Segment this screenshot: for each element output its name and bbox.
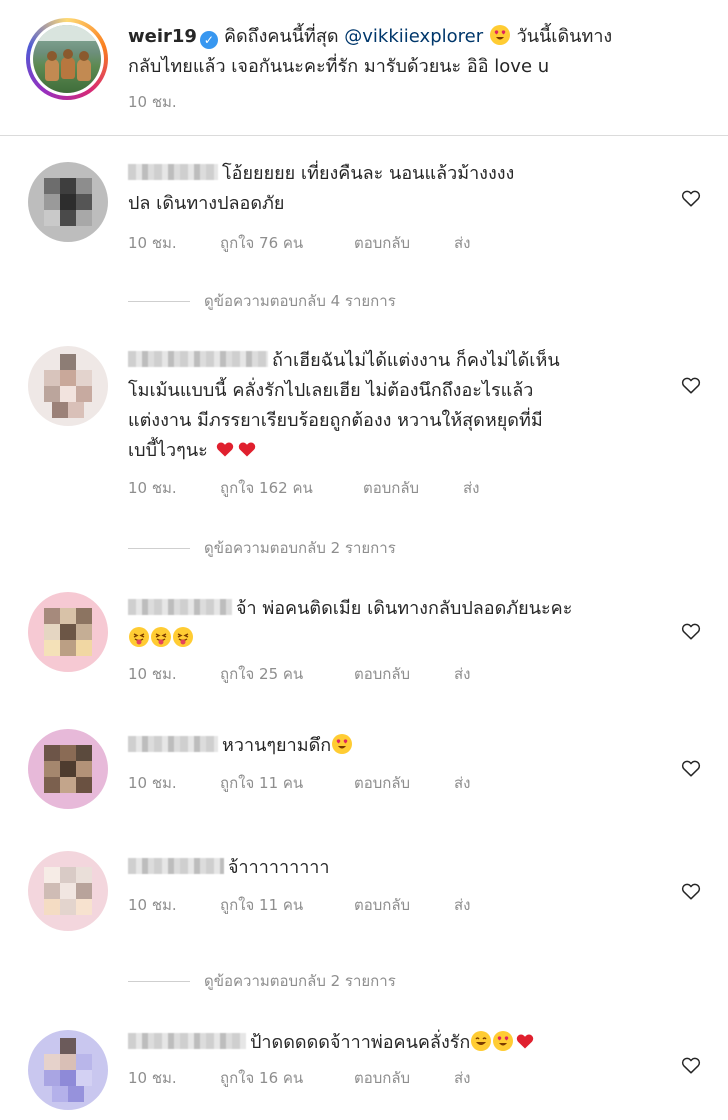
- comment-line: เบบี้ไวๆนะ: [128, 440, 208, 461]
- comment-line: ปล เดินทางปลอดภัย: [128, 193, 285, 214]
- view-replies-link[interactable]: ดูข้อความตอบกลับ 2 รายการ: [128, 536, 396, 560]
- commenter-avatar[interactable]: [28, 346, 108, 426]
- heart-eyes-emoji-icon: [332, 734, 353, 754]
- comment-line: ป้าดดดดดจ้าาาพ่อคนคลั่งรัก: [250, 1032, 471, 1053]
- blurred-username[interactable]: [128, 351, 268, 367]
- send-button[interactable]: ส่ง: [463, 476, 479, 500]
- view-replies-label: ดูข้อความตอบกลับ 2 รายการ: [204, 539, 396, 557]
- comment-time: 10 ชม.: [128, 479, 177, 497]
- divider: [128, 981, 190, 982]
- comment-text: โอ้ยยยยย เที่ยงคืนละ นอนแล้วม้างงงง ปล เ…: [128, 159, 648, 219]
- reply-button[interactable]: ตอบกลับ: [354, 662, 454, 686]
- comment-time: 10 ชม.: [128, 896, 177, 914]
- divider: [128, 548, 190, 549]
- reply-button[interactable]: ตอบกลับ: [354, 771, 454, 795]
- heart-outline-icon[interactable]: [680, 1054, 702, 1076]
- comment-time: 10 ชม.: [128, 234, 177, 252]
- comment-text: จ้าาาาาาาาา: [128, 853, 648, 883]
- heart-eyes-emoji-icon: [493, 1031, 514, 1051]
- like-count[interactable]: ถูกใจ 162 คน: [220, 476, 363, 500]
- like-count[interactable]: ถูกใจ 76 คน: [220, 231, 354, 255]
- view-replies-label: ดูข้อความตอบกลับ 4 รายการ: [204, 292, 396, 310]
- comment-line: จ้าาาาาาาาา: [228, 857, 330, 878]
- view-replies-label: ดูข้อความตอบกลับ 2 รายการ: [204, 972, 396, 990]
- comment-line: แต่งงาน มีภรรยาเรียบร้อยถูกต้องง หวานให้…: [128, 410, 543, 431]
- reply-button[interactable]: ตอบกลับ: [354, 231, 454, 255]
- comment-meta: 10 ชม. ถูกใจ 11 คน ตอบกลับ ส่ง: [128, 893, 470, 917]
- comment-time: 10 ชม.: [128, 1069, 177, 1087]
- commenter-avatar[interactable]: [28, 1030, 108, 1110]
- blurred-username[interactable]: [128, 736, 218, 752]
- blurred-username[interactable]: [128, 858, 224, 874]
- send-button[interactable]: ส่ง: [454, 771, 470, 795]
- heart-outline-icon[interactable]: [680, 620, 702, 642]
- comment-line: ถ้าเฮียฉันไม่ได้แต่งงาน ก็คงไม่ได้เห็น: [272, 350, 560, 371]
- comment-text: จ้า พ่อคนติดเมีย เดินทางกลับปลอดภัยนะคะ: [128, 594, 668, 654]
- blurred-username[interactable]: [128, 1033, 246, 1049]
- commenter-avatar[interactable]: [28, 851, 108, 931]
- view-replies-link[interactable]: ดูข้อความตอบกลับ 4 รายการ: [128, 289, 396, 313]
- send-button[interactable]: ส่ง: [454, 893, 470, 917]
- heart-outline-icon[interactable]: [680, 880, 702, 902]
- like-count[interactable]: ถูกใจ 16 คน: [220, 1066, 354, 1090]
- send-button[interactable]: ส่ง: [454, 662, 470, 686]
- comment-line: หวานๆยามดึก: [222, 735, 332, 756]
- tongue-emoji-icon: [151, 627, 171, 647]
- comment-text: ถ้าเฮียฉันไม่ได้แต่งงาน ก็คงไม่ได้เห็น โ…: [128, 346, 648, 466]
- post-timestamp: 10 ชม.: [128, 93, 177, 111]
- heart-outline-icon[interactable]: [680, 757, 702, 779]
- heart-emoji-icon: [215, 439, 235, 459]
- mention-link[interactable]: @vikkiiexplorer: [344, 26, 483, 47]
- blurred-username[interactable]: [128, 599, 232, 615]
- tongue-emoji-icon: [129, 627, 149, 647]
- blurred-username[interactable]: [128, 164, 218, 180]
- post-author-avatar[interactable]: [26, 18, 108, 100]
- post-username[interactable]: weir19: [128, 26, 197, 47]
- comment-line: โอ้ยยยยย เที่ยงคืนละ นอนแล้วม้างงงง: [222, 163, 515, 184]
- grin-emoji-icon: [471, 1031, 492, 1051]
- heart-outline-icon[interactable]: [680, 374, 702, 396]
- send-button[interactable]: ส่ง: [454, 1066, 470, 1090]
- comment-text: หวานๆยามดึก: [128, 731, 648, 761]
- comment-time: 10 ชม.: [128, 774, 177, 792]
- comment-meta: 10 ชม. ถูกใจ 16 คน ตอบกลับ ส่ง: [128, 1066, 470, 1090]
- heart-outline-icon[interactable]: [680, 187, 702, 209]
- like-count[interactable]: ถูกใจ 11 คน: [220, 771, 354, 795]
- commenter-avatar[interactable]: [28, 162, 108, 242]
- verified-badge-icon: ✓: [199, 31, 218, 49]
- like-count[interactable]: ถูกใจ 11 คน: [220, 893, 354, 917]
- avatar-photo: [33, 25, 101, 93]
- caption-part: คิดถึงคนนี้ที่สุด: [223, 26, 339, 47]
- reply-button[interactable]: ตอบกลับ: [363, 476, 463, 500]
- comment-meta: 10 ชม. ถูกใจ 11 คน ตอบกลับ ส่ง: [128, 771, 470, 795]
- comment-text: ป้าดดดดดจ้าาาพ่อคนคลั่งรัก: [128, 1028, 648, 1058]
- tongue-emoji-icon: [173, 627, 193, 647]
- caption-part: กลับไทยแล้ว เจอกันนะคะที่รัก มารับด้วยนะ…: [128, 56, 550, 77]
- commenter-avatar[interactable]: [28, 729, 108, 809]
- view-replies-link[interactable]: ดูข้อความตอบกลับ 2 รายการ: [128, 969, 396, 993]
- like-count[interactable]: ถูกใจ 25 คน: [220, 662, 354, 686]
- heart-eyes-emoji-icon: [489, 25, 510, 45]
- reply-button[interactable]: ตอบกลับ: [354, 1066, 454, 1090]
- comment-time: 10 ชม.: [128, 665, 177, 683]
- caption-part: วันนี้เดินทาง: [516, 26, 613, 47]
- reply-button[interactable]: ตอบกลับ: [354, 893, 454, 917]
- comment-line: จ้า พ่อคนติดเมีย เดินทางกลับปลอดภัยนะคะ: [236, 598, 573, 619]
- comment-meta: 10 ชม. ถูกใจ 25 คน ตอบกลับ ส่ง: [128, 662, 470, 686]
- divider: [128, 301, 190, 302]
- heart-emoji-icon: [515, 1031, 535, 1051]
- comment-line: โมเม้นแบบนี้ คลั่งรักไปเลยเฮีย ไม่ต้องนึ…: [128, 380, 534, 401]
- heart-emoji-icon: [237, 439, 257, 459]
- commenter-avatar[interactable]: [28, 592, 108, 672]
- caption-text: weir19 ✓ คิดถึงคนนี้ที่สุด @vikkiiexplorer…: [128, 22, 708, 82]
- send-button[interactable]: ส่ง: [454, 231, 470, 255]
- comment-meta: 10 ชม. ถูกใจ 76 คน ตอบกลับ ส่ง: [128, 231, 470, 255]
- post-caption: weir19 ✓ คิดถึงคนนี้ที่สุด @vikkiiexplorer…: [0, 0, 728, 136]
- comment-meta: 10 ชม. ถูกใจ 162 คน ตอบกลับ ส่ง: [128, 476, 479, 500]
